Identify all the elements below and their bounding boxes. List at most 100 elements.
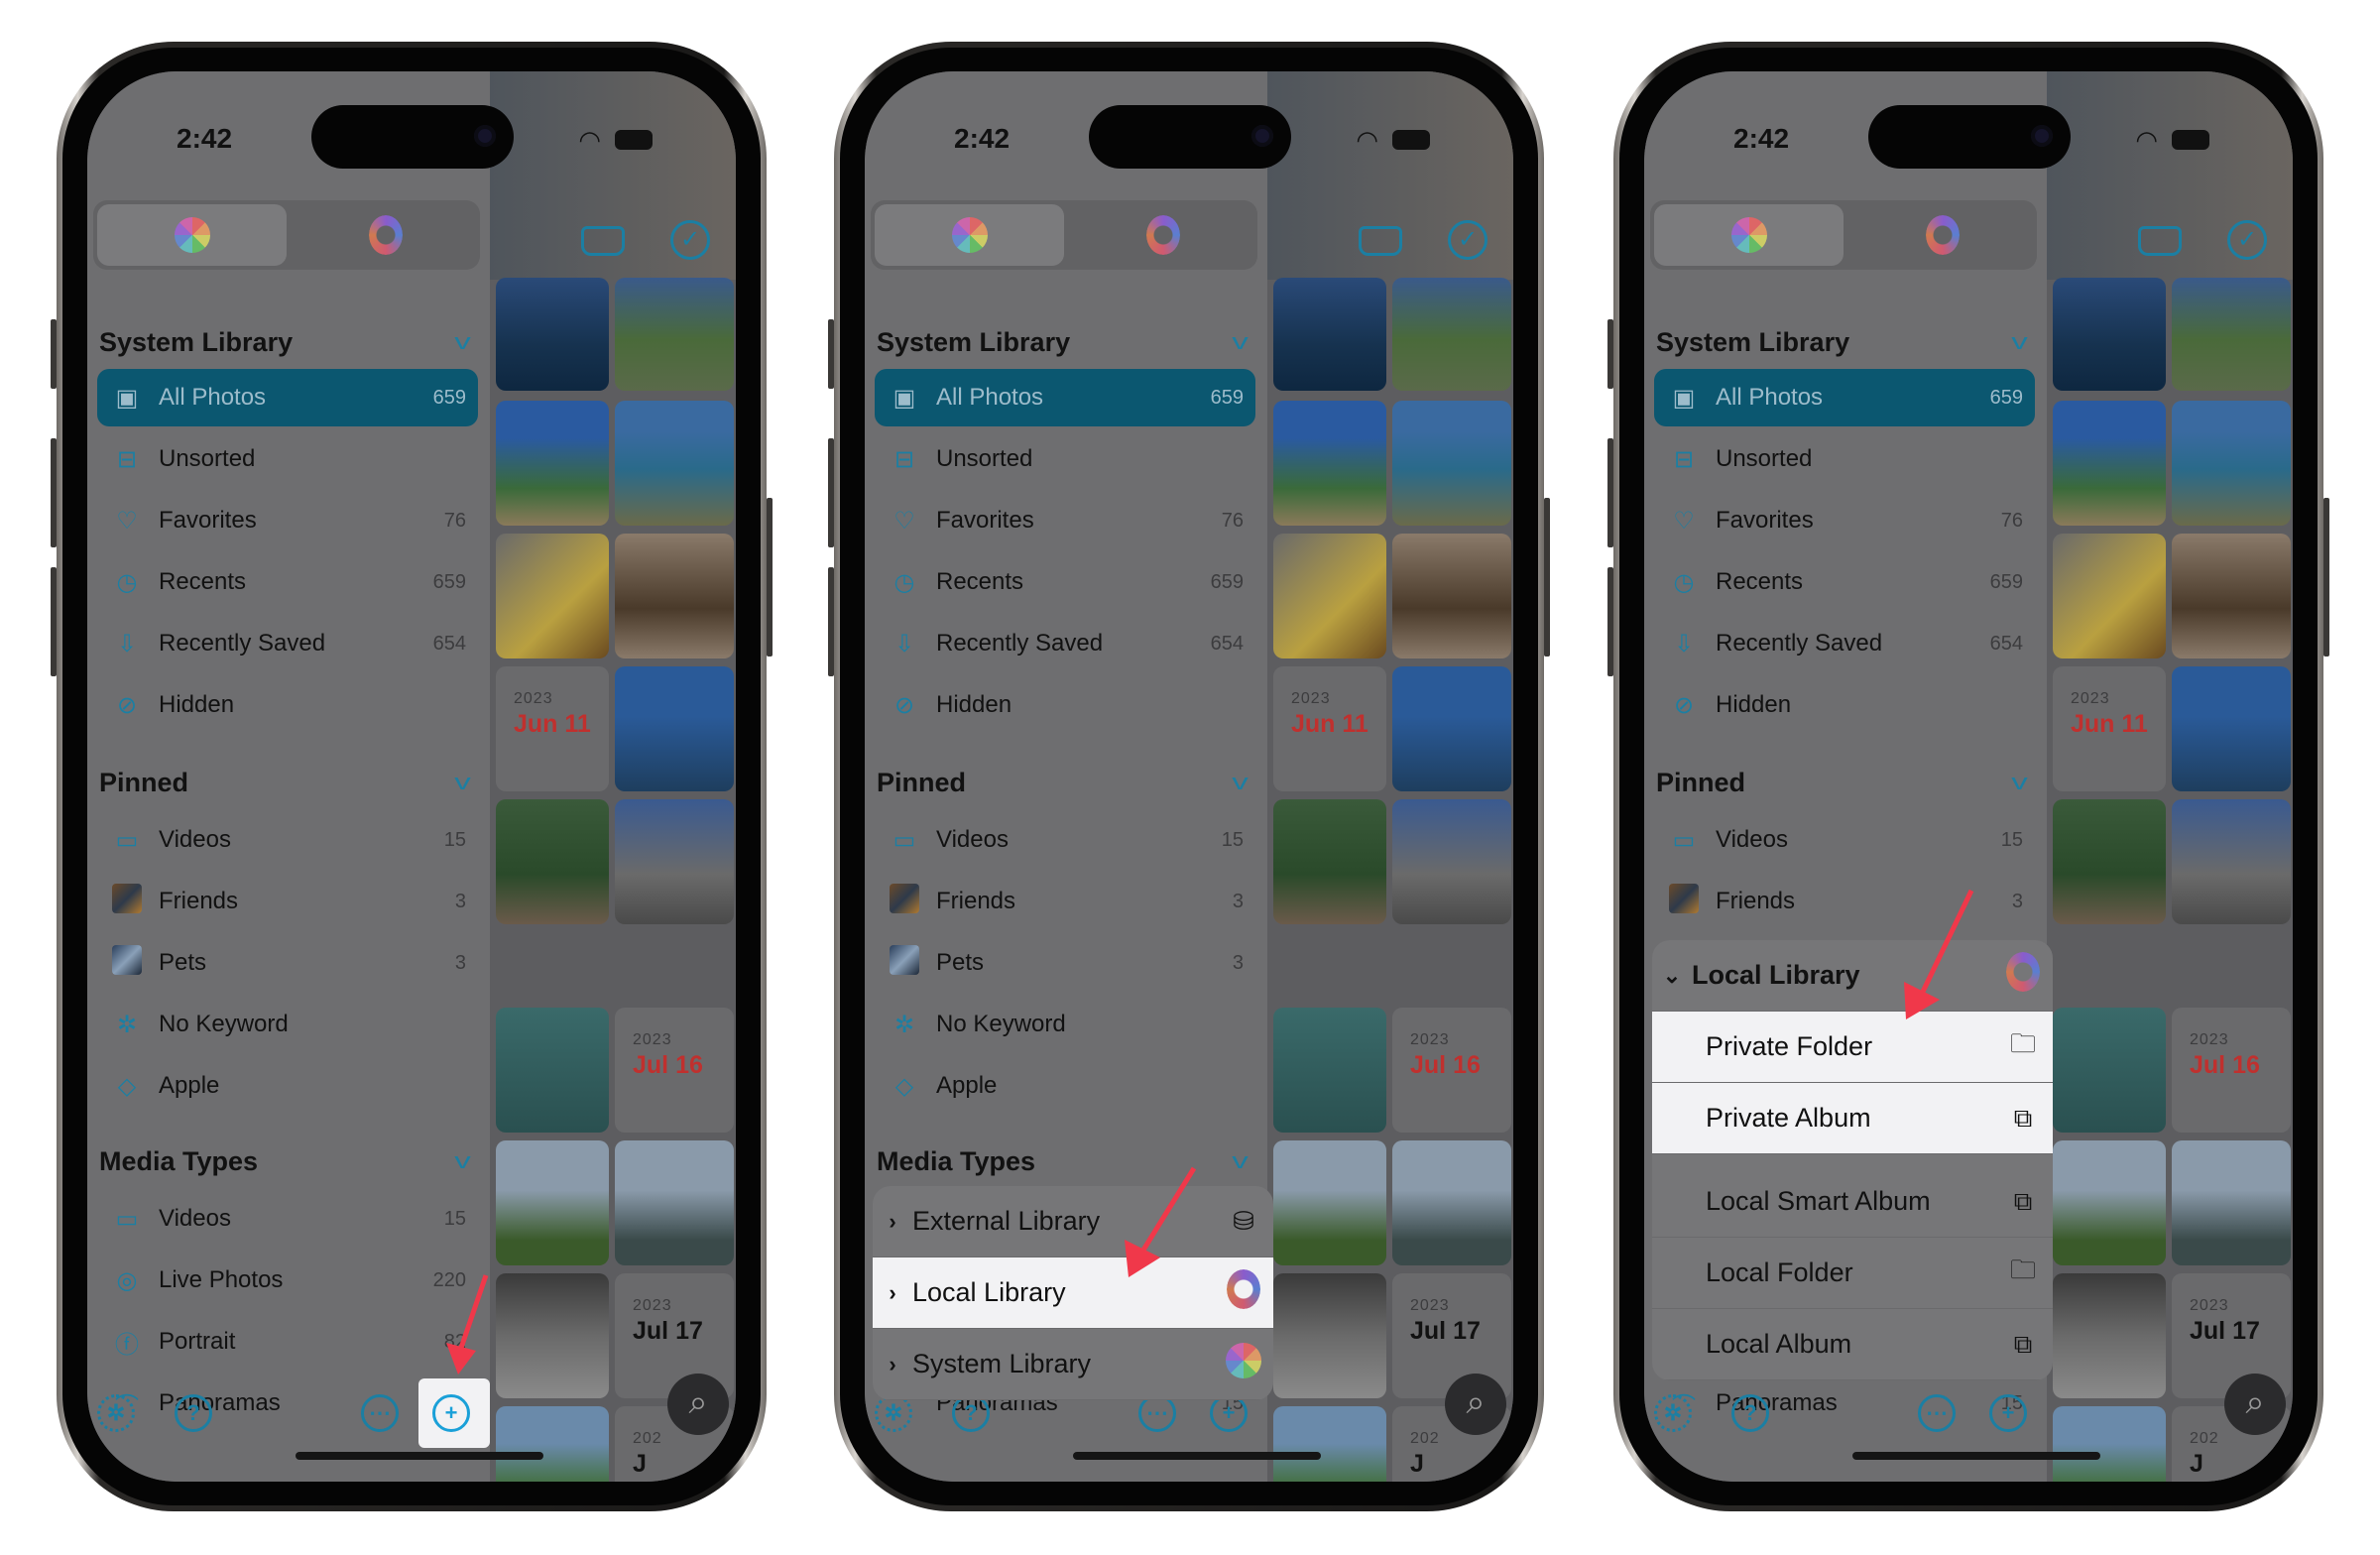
inbox-tray-icon[interactable] — [1359, 226, 1402, 256]
photo-thumbnail[interactable] — [615, 799, 734, 924]
photo-thumbnail[interactable] — [2053, 1008, 2166, 1133]
sidebar-item-videos[interactable]: ▭ Videos 15 — [1654, 811, 2035, 869]
menu-item-local-smart-album[interactable]: Local Smart Album ⧉ — [1652, 1166, 2053, 1238]
inbox-tray-icon[interactable] — [581, 226, 625, 256]
photo-thumbnail[interactable] — [1273, 1140, 1386, 1265]
section-header-system-library[interactable]: System Library — [1656, 327, 1849, 358]
search-button[interactable]: ⌕ — [667, 1374, 729, 1435]
photo-thumbnail[interactable] — [2172, 401, 2291, 526]
inbox-tray-icon[interactable] — [2138, 226, 2182, 256]
photo-thumbnail[interactable] — [615, 666, 734, 791]
chevron-down-icon[interactable]: v — [1232, 770, 1249, 795]
photo-thumbnail[interactable] — [1392, 278, 1511, 391]
add-icon[interactable]: + — [432, 1394, 470, 1432]
sidebar-item-portrait[interactable]: ⓕ Portrait 82 — [97, 1313, 478, 1371]
photo-thumbnail[interactable] — [496, 534, 609, 658]
photo-thumbnail[interactable] — [496, 1273, 609, 1398]
system-photos-library-tab[interactable] — [875, 204, 1064, 266]
photo-thumbnail[interactable] — [496, 278, 609, 391]
sidebar-item-pets[interactable]: Pets 3 — [875, 934, 1255, 992]
sidebar-item-friends[interactable]: Friends 3 — [97, 873, 478, 930]
menu-item-private-album[interactable]: Private Album ⧉ — [1652, 1083, 2053, 1154]
more-icon[interactable]: ⋯ — [361, 1394, 399, 1432]
sidebar-item-all-photos[interactable]: ▣ All Photos 659 — [875, 369, 1255, 426]
select-check-icon[interactable]: ✓ — [1448, 220, 1488, 260]
photo-thumbnail[interactable] — [1273, 799, 1386, 924]
sidebar-item-favorites[interactable]: ♡ Favorites 76 — [1654, 492, 2035, 549]
sidebar-item-friends[interactable]: Friends 3 — [875, 873, 1255, 930]
chevron-down-icon[interactable]: v — [454, 329, 471, 355]
section-header-pinned[interactable]: Pinned — [877, 768, 966, 798]
photo-thumbnail[interactable] — [2172, 534, 2291, 658]
sidebar-item-favorites[interactable]: ♡ Favorites 76 — [97, 492, 478, 549]
photo-thumbnail[interactable] — [2053, 1406, 2166, 1482]
photo-thumbnail[interactable] — [1273, 1406, 1386, 1482]
menu-item-local-album[interactable]: Local Album ⧉ — [1652, 1309, 2053, 1380]
photo-thumbnail[interactable] — [496, 799, 609, 924]
sidebar-item-videos[interactable]: ▭ Videos 15 — [97, 811, 478, 869]
photo-thumbnail[interactable] — [615, 534, 734, 658]
sidebar-item-apple[interactable]: ◇ Apple — [97, 1057, 478, 1115]
photo-thumbnail[interactable] — [1392, 1140, 1511, 1265]
sidebar-item-hidden[interactable]: ⊘ Hidden — [1654, 676, 2035, 734]
photo-thumbnail[interactable] — [1392, 534, 1511, 658]
photo-thumbnail[interactable] — [496, 1406, 609, 1482]
sidebar-item-favorites[interactable]: ♡ Favorites 76 — [875, 492, 1255, 549]
chevron-down-icon[interactable]: v — [2011, 329, 2028, 355]
system-photos-library-tab[interactable] — [97, 204, 287, 266]
photo-thumbnail[interactable] — [1392, 401, 1511, 526]
sidebar-item-unsorted[interactable]: ⊟ Unsorted — [1654, 430, 2035, 488]
chevron-down-icon[interactable]: v — [2011, 770, 2028, 795]
sidebar-item-recents[interactable]: ◷ Recents 659 — [875, 553, 1255, 611]
menu-item-local-folder[interactable]: Local Folder 🗀 — [1652, 1238, 2053, 1309]
photo-thumbnail[interactable] — [2172, 278, 2291, 391]
photo-thumbnail[interactable] — [615, 401, 734, 526]
photo-thumbnail[interactable] — [2053, 401, 2166, 526]
sidebar-item-pets[interactable]: Pets 3 — [97, 934, 478, 992]
chevron-down-icon[interactable]: v — [454, 770, 471, 795]
section-header-system-library[interactable]: System Library — [99, 327, 293, 358]
search-button[interactable]: ⌕ — [1445, 1374, 1506, 1435]
local-library-tab[interactable] — [1068, 200, 1257, 270]
local-library-tab[interactable] — [1847, 200, 2037, 270]
help-icon[interactable]: ? — [175, 1394, 212, 1432]
sidebar-item-live-photos[interactable]: ◎ Live Photos 220 — [97, 1252, 478, 1309]
photo-thumbnail[interactable] — [1392, 799, 1511, 924]
sidebar-item-no-keyword[interactable]: ✲ No Keyword — [97, 996, 478, 1053]
photo-thumbnail[interactable] — [615, 278, 734, 391]
sidebar-item-all-photos[interactable]: ▣ All Photos 659 — [1654, 369, 2035, 426]
menu-item-external-library[interactable]: › External Library ⛁ — [873, 1186, 1273, 1257]
sidebar-item-recently-saved[interactable]: ⇩ Recently Saved 654 — [97, 615, 478, 672]
sidebar-item-videos[interactable]: ▭ Videos 15 — [875, 811, 1255, 869]
sidebar-item-hidden[interactable]: ⊘ Hidden — [875, 676, 1255, 734]
photo-thumbnail[interactable] — [1392, 666, 1511, 791]
sidebar-item-recently-saved[interactable]: ⇩ Recently Saved 654 — [875, 615, 1255, 672]
photo-thumbnail[interactable] — [2053, 1140, 2166, 1265]
local-library-tab[interactable] — [291, 200, 480, 270]
photo-thumbnail[interactable] — [2172, 666, 2291, 791]
photo-thumbnail[interactable] — [496, 401, 609, 526]
submenu-header-local-library[interactable]: ⌄ Local Library — [1652, 940, 2053, 1012]
sidebar-item-videos[interactable]: ▭ Videos 15 — [97, 1190, 478, 1248]
sidebar-item-no-keyword[interactable]: ✲ No Keyword — [875, 996, 1255, 1053]
photo-thumbnail[interactable] — [1273, 534, 1386, 658]
photo-thumbnail[interactable] — [2053, 278, 2166, 391]
section-header-media-types[interactable]: Media Types — [99, 1146, 258, 1177]
add-icon[interactable]: + — [1989, 1394, 2027, 1432]
settings-gear-icon[interactable]: ✲ — [1654, 1394, 1692, 1432]
system-photos-library-tab[interactable] — [1654, 204, 1844, 266]
photo-thumbnail[interactable] — [2053, 799, 2166, 924]
chevron-down-icon[interactable]: v — [1232, 1148, 1249, 1174]
section-header-media-types[interactable]: Media Types — [877, 1146, 1035, 1177]
menu-item-local-library[interactable]: › Local Library — [873, 1257, 1273, 1329]
sidebar-item-friends[interactable]: Friends 3 — [1654, 873, 2035, 930]
chevron-down-icon[interactable]: v — [1232, 329, 1249, 355]
select-check-icon[interactable]: ✓ — [2227, 220, 2267, 260]
section-header-pinned[interactable]: Pinned — [1656, 768, 1745, 798]
sidebar-item-all-photos[interactable]: ▣ All Photos 659 — [97, 369, 478, 426]
photo-thumbnail[interactable] — [496, 1140, 609, 1265]
menu-item-private-folder[interactable]: Private Folder 🗀 — [1652, 1012, 2053, 1083]
sidebar-item-recents[interactable]: ◷ Recents 659 — [97, 553, 478, 611]
more-icon[interactable]: ⋯ — [1918, 1394, 1956, 1432]
sidebar-item-hidden[interactable]: ⊘ Hidden — [97, 676, 478, 734]
